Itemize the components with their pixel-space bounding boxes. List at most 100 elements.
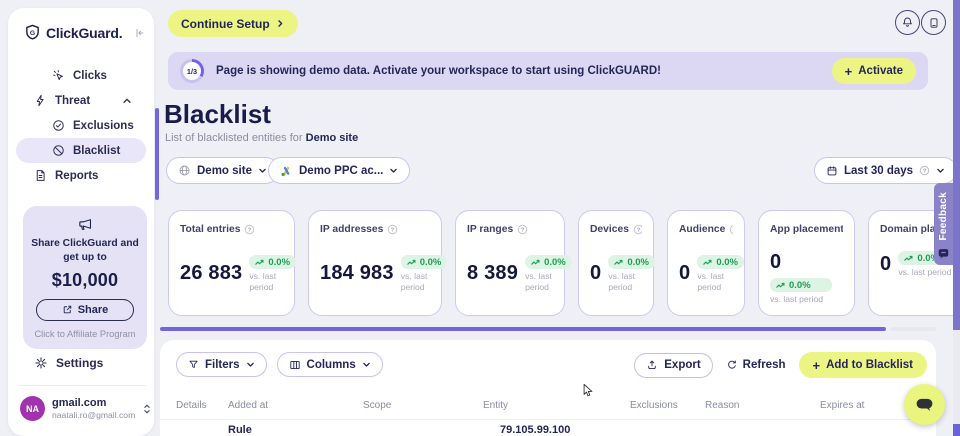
horizontal-scrollbar[interactable] [160,327,886,331]
info-icon[interactable]: ? [244,224,255,235]
stat-card-devices: Devices ? 0 0.0% vs. last period [578,210,654,316]
chat-launcher-button[interactable] [904,384,945,425]
chevron-right-icon [276,19,285,28]
vs-last-period-label: vs. last period [770,294,832,305]
stat-delta: 0.0% [627,257,649,268]
stat-delta: 0.0% [420,257,442,268]
setup-progress-value: 1/3 [183,62,201,80]
sidebar: G ClickGuard. Clicks [8,8,154,436]
affiliate-caption[interactable]: Click to Affiliate Program [31,329,139,339]
sidebar-item-clicks[interactable]: Clicks [16,63,146,88]
globe-icon [178,164,191,177]
settings-section: Settings [16,350,146,375]
share-button[interactable]: Share [36,299,134,321]
sidebar-scrollbar[interactable] [155,108,159,200]
vs-last-period-label: vs. last period [898,267,960,278]
banner-message: Page is showing demo data. Activate your… [216,65,661,77]
export-label: Export [664,359,700,371]
activate-button[interactable]: + Activate [832,58,916,84]
docs-button[interactable] [921,10,946,35]
chevron-down-icon [362,360,371,369]
date-range-selector[interactable]: Last 30 days ? [814,157,957,184]
export-icon [646,359,658,371]
column-header-details[interactable]: Details [176,400,207,411]
info-icon[interactable]: ? [517,224,528,235]
trend-badge: 0.0% [608,255,655,269]
column-header-expires-at[interactable]: Expires at [820,400,864,411]
sidebar-nav: Clicks Threat Exclusi [16,63,146,188]
sidebar-item-exclusions[interactable]: Exclusions [16,113,146,138]
mouse-pointer-icon [581,383,594,398]
columns-icon [289,359,301,371]
vs-last-period-label: vs. last period [525,271,567,292]
table-row-preview-added-at: Rule [228,424,252,436]
sidebar-divider [18,385,146,386]
continue-setup-label: Continue Setup [181,17,270,31]
vertical-scrollbar-segment[interactable] [953,424,960,436]
trend-up-icon [531,259,541,266]
sidebar-item-blacklist[interactable]: Blacklist [16,138,146,163]
plus-icon: + [813,358,821,373]
ban-icon [52,144,65,157]
svg-text:?: ? [637,228,641,234]
date-range-value: Last 30 days [844,165,913,177]
trend-badge: 0.0% [249,255,296,269]
trend-up-icon [614,259,624,266]
info-icon[interactable]: ? [387,224,398,235]
plus-icon: + [845,64,853,79]
check-circle-icon [52,119,65,132]
info-icon[interactable]: ? [729,224,733,235]
site-selector-value: Demo site [197,165,252,177]
stat-label: IP addresses [320,224,383,235]
vs-last-period-label: vs. last period [401,271,443,292]
horizontal-scrollbar-track[interactable] [890,327,936,331]
share-card-amount: $10,000 [31,270,139,291]
sidebar-item-settings[interactable]: Settings [16,350,146,375]
svg-text:?: ? [923,169,927,175]
svg-text:G: G [30,30,35,37]
logo: G ClickGuard. [24,24,146,41]
column-header-reason[interactable]: Reason [705,400,739,411]
info-icon: ? [919,165,930,176]
table-toolbar-right: Export Refresh + Add to Blacklist [634,352,927,378]
stat-delta: 0.0% [268,257,290,268]
page-subtitle: List of blacklisted entities for Demo si… [165,132,358,144]
stat-card-ip-ranges: IP ranges ? 8 389 0.0% vs. last period [455,210,565,316]
notifications-button[interactable] [895,10,920,35]
info-icon[interactable]: ? [633,224,642,235]
lightning-icon [34,94,47,107]
stat-label: Audience [679,224,725,235]
continue-setup-button[interactable]: Continue Setup [168,10,298,37]
stat-value: 0 [679,262,690,285]
external-link-icon [62,304,73,315]
site-selector[interactable]: Demo site [166,157,279,184]
chevron-down-icon [389,166,398,175]
collapse-sidebar-icon[interactable] [134,27,146,39]
column-header-scope[interactable]: Scope [363,400,391,411]
column-header-added-at[interactable]: Added at [228,400,268,411]
shield-logo-icon: G [24,24,41,41]
user-name: gmail.com [52,397,135,410]
stat-delta: 0.0% [789,280,811,291]
add-to-blacklist-button[interactable]: + Add to Blacklist [799,352,928,378]
sidebar-item-reports[interactable]: Reports [16,163,146,188]
vertical-scrollbar[interactable] [953,0,960,330]
ppc-account-selector[interactable]: Demo PPC ac... [268,157,410,184]
columns-button[interactable]: Columns [277,352,383,377]
setup-progress-ring: 1/3 [180,59,204,83]
refresh-button[interactable]: Refresh [726,359,786,371]
trend-up-icon [776,282,786,289]
feedback-tab[interactable]: Feedback [934,183,953,265]
export-button[interactable]: Export [634,353,712,378]
document-icon [34,169,47,182]
gear-icon [34,356,48,370]
page-subtitle-text: List of blacklisted entities for [165,132,303,144]
column-header-exclusions[interactable]: Exclusions [630,400,678,411]
stat-label: IP ranges [467,224,513,235]
filters-button[interactable]: Filters [176,352,267,377]
chat-bubble-icon [914,396,935,414]
sidebar-item-threat[interactable]: Threat [16,88,146,113]
account-switcher[interactable]: NA gmail.com naatali.ro@gmail.com [20,396,152,421]
column-header-entity[interactable]: Entity [483,400,508,411]
stats-card-row: Total entries ? 26 883 0.0% vs. last per… [168,210,960,316]
